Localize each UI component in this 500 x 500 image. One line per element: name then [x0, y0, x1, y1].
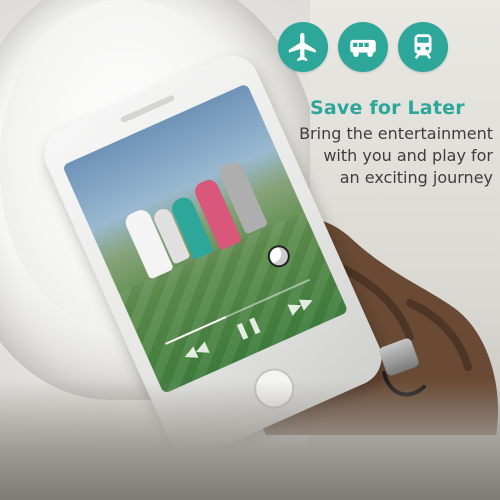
train-icon — [398, 22, 448, 72]
headline: Save for Later — [310, 97, 465, 119]
travel-icons — [278, 22, 448, 72]
airplane-icon — [278, 22, 328, 72]
bus-icon — [338, 22, 388, 72]
airplane-scene: Save for Later Bring the entertainment w… — [0, 0, 500, 500]
armrest — [0, 380, 500, 500]
copy-line: with you and play for — [323, 146, 493, 165]
copy-line: Bring the entertainment — [299, 124, 493, 143]
